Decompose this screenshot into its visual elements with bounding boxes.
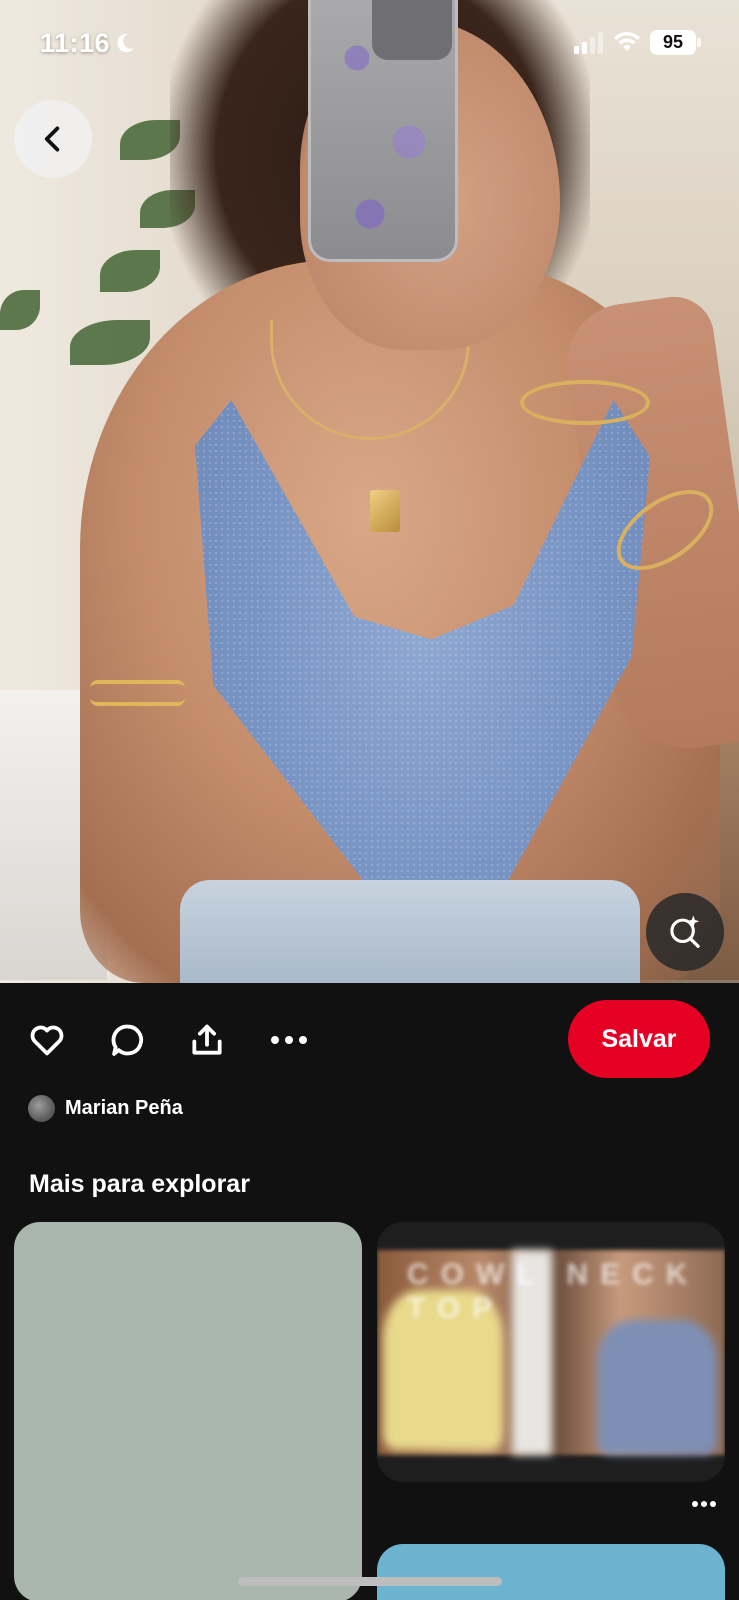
pin-author[interactable]: Marian Peña [28,1093,183,1123]
save-button[interactable]: Salvar [568,1000,710,1078]
status-bar: 11:16 95 [0,0,739,86]
more-options-button[interactable] [269,1020,309,1060]
explore-card[interactable]: COWL NECK TOP [377,1222,725,1482]
battery-icon: 95 [650,30,696,55]
chevron-left-icon [44,126,60,152]
visual-search-button[interactable] [646,893,724,971]
more-icon [692,1501,716,1507]
battery-level: 95 [662,32,684,52]
armband [90,680,185,706]
moon-icon [117,33,135,53]
card-more-button[interactable] [690,1494,718,1514]
more-icon [271,1036,307,1044]
heart-icon [30,1025,64,1056]
share-button[interactable] [187,1020,227,1060]
explore-card[interactable] [377,1544,725,1600]
section-title: Mais para explorar [29,1170,250,1198]
comment-icon [111,1024,144,1056]
back-button[interactable] [14,100,92,178]
signal-icon [574,32,603,54]
like-button[interactable] [27,1020,67,1060]
share-icon [192,1024,222,1055]
pin-image[interactable] [0,0,739,983]
bracelet [520,380,650,425]
status-time: 11:16 [40,28,111,58]
thumbnail-shape [597,1320,717,1455]
author-name[interactable]: Marian Peña [65,1097,183,1120]
comment-button[interactable] [108,1020,148,1060]
explore-card[interactable] [14,1222,362,1600]
home-indicator[interactable] [238,1577,502,1586]
pendant [370,490,400,532]
battery-tip [697,38,701,47]
wifi-icon [614,31,640,51]
magnifier-sparkle-icon [670,915,700,948]
avatar[interactable] [28,1094,55,1122]
pin-action-bar: Salvar [0,983,739,1083]
jeans [180,880,640,983]
card-overlay-text: COWL NECK TOP [407,1258,700,1325]
